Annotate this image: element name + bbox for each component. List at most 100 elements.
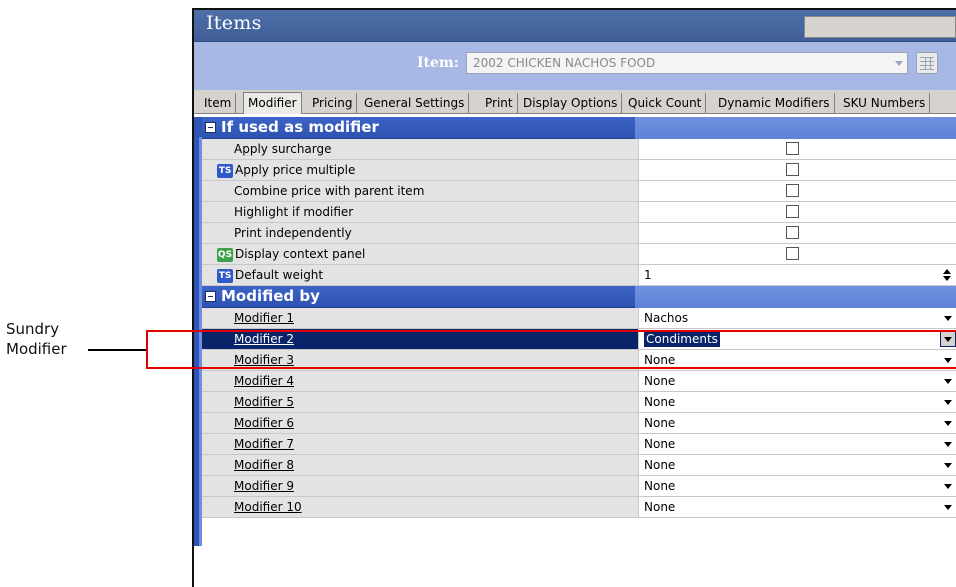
property-value-cell[interactable]	[639, 244, 956, 264]
property-value-cell[interactable]	[639, 160, 956, 180]
section-if-used-as-modifier[interactable]: If used as modifier	[202, 117, 956, 139]
modifier-label[interactable]: Modifier 2	[202, 329, 639, 349]
tab-item[interactable]: Item	[200, 93, 237, 113]
modifier-label[interactable]: Modifier 8	[202, 455, 639, 475]
property-value-cell[interactable]	[639, 202, 956, 222]
modifier-label-link[interactable]: Modifier 10	[234, 500, 302, 514]
property-value-cell[interactable]	[639, 139, 956, 159]
modifier-row[interactable]: Modifier 8 None	[202, 455, 956, 476]
modifier-label-link[interactable]: Modifier 8	[234, 458, 294, 472]
chevron-down-icon[interactable]	[944, 463, 952, 468]
property-row[interactable]: Print independently	[202, 223, 956, 244]
chevron-down-icon[interactable]	[944, 316, 952, 321]
modifier-label[interactable]: Modifier 6	[202, 413, 639, 433]
ts-icon: TS	[217, 268, 233, 283]
tab-display-options[interactable]: Display Options	[519, 93, 623, 113]
spinner-value[interactable]: 1	[644, 268, 652, 282]
item-grid-button[interactable]	[916, 52, 938, 74]
chevron-down-icon[interactable]	[944, 484, 952, 489]
tab-dynamic-modifiers[interactable]: Dynamic Modifiers	[714, 93, 835, 113]
checkbox[interactable]	[786, 247, 799, 260]
checkbox[interactable]	[786, 184, 799, 197]
chevron-down-icon[interactable]	[944, 442, 952, 447]
modifier-dropdown[interactable]: None	[639, 434, 956, 454]
chevron-down-icon[interactable]	[944, 379, 952, 384]
modifier-row[interactable]: Modifier 9 None	[202, 476, 956, 497]
property-row[interactable]: Combine price with parent item	[202, 181, 956, 202]
tab-modifier[interactable]: Modifier	[243, 92, 302, 114]
chevron-down-icon[interactable]	[944, 358, 952, 363]
checkbox[interactable]	[786, 205, 799, 218]
callout-line2: Modifier	[6, 340, 67, 358]
items-window: Items Item: 2002 CHICKEN NACHOS FOOD Ite…	[192, 8, 956, 587]
modifier-dropdown-value: None	[644, 353, 676, 367]
modifier-label[interactable]: Modifier 4	[202, 371, 639, 391]
modifier-label[interactable]: Modifier 7	[202, 434, 639, 454]
modifier-label-link[interactable]: Modifier 5	[234, 395, 294, 409]
property-row[interactable]: TS Default weight 1	[202, 265, 956, 286]
item-dropdown[interactable]: 2002 CHICKEN NACHOS FOOD	[466, 52, 908, 74]
modifier-label-link[interactable]: Modifier 3	[234, 353, 294, 367]
property-label-text: Apply price multiple	[235, 163, 356, 177]
title-bar-control[interactable]	[804, 16, 956, 38]
property-value-cell[interactable]	[639, 181, 956, 201]
item-dropdown-value: 2002 CHICKEN NACHOS FOOD	[473, 56, 656, 70]
modifier-label[interactable]: Modifier 9	[202, 476, 639, 496]
section-modified-by[interactable]: Modified by	[202, 286, 956, 308]
modifier-dropdown[interactable]: None	[639, 413, 956, 433]
checkbox[interactable]	[786, 142, 799, 155]
modifier-row[interactable]: Modifier 7 None	[202, 434, 956, 455]
modifier-label-link[interactable]: Modifier 7	[234, 437, 294, 451]
modifier-label-link[interactable]: Modifier 4	[234, 374, 294, 388]
modifier-label[interactable]: Modifier 1	[202, 308, 639, 328]
modifier-dropdown-value: None	[644, 437, 676, 451]
tab-print[interactable]: Print	[481, 93, 518, 113]
modifier-dropdown[interactable]: None	[639, 455, 956, 475]
chevron-down-icon[interactable]	[944, 505, 952, 510]
modifier-dropdown[interactable]: Nachos	[639, 308, 956, 328]
chevron-down-icon[interactable]	[944, 400, 952, 405]
checkbox[interactable]	[786, 226, 799, 239]
modifier-label[interactable]: Modifier 3	[202, 350, 639, 370]
tab-quick-count[interactable]: Quick Count	[624, 93, 707, 113]
modifier-row[interactable]: Modifier 2 Condiments	[202, 329, 956, 350]
chevron-down-icon[interactable]	[944, 421, 952, 426]
modifier-row[interactable]: Modifier 1 Nachos	[202, 308, 956, 329]
modifier-dropdown-value: None	[644, 416, 676, 430]
checkbox[interactable]	[786, 163, 799, 176]
property-row[interactable]: TS Apply price multiple	[202, 160, 956, 181]
chevron-down-icon[interactable]	[940, 331, 956, 347]
spinner-arrows-icon[interactable]	[943, 267, 952, 283]
modifier-row[interactable]: Modifier 10 None	[202, 497, 956, 518]
modifier-label-link[interactable]: Modifier 6	[234, 416, 294, 430]
modifier-row[interactable]: Modifier 5 None	[202, 392, 956, 413]
modifier-label-link[interactable]: Modifier 1	[234, 311, 294, 325]
section-title: Modified by	[221, 287, 320, 305]
modifier-dropdown[interactable]: None	[639, 371, 956, 391]
property-value-cell[interactable]	[639, 223, 956, 243]
property-label: TS Apply price multiple	[202, 160, 639, 180]
tab-pricing[interactable]: Pricing	[308, 93, 358, 113]
modifier-label-link[interactable]: Modifier 9	[234, 479, 294, 493]
tab-general-settings[interactable]: General Settings	[360, 93, 470, 113]
chevron-down-icon[interactable]	[895, 61, 903, 66]
property-row[interactable]: QS Display context panel	[202, 244, 956, 265]
modifier-label-link[interactable]: Modifier 2	[234, 332, 294, 346]
modifier-dropdown[interactable]: None	[639, 476, 956, 496]
property-label-text: Print independently	[234, 226, 352, 240]
property-row[interactable]: Apply surcharge	[202, 139, 956, 160]
default-weight-spinner[interactable]: 1	[639, 265, 956, 285]
collapse-icon[interactable]	[205, 291, 216, 302]
modifier-row[interactable]: Modifier 6 None	[202, 413, 956, 434]
modifier-label[interactable]: Modifier 10	[202, 497, 639, 517]
modifier-row[interactable]: Modifier 3 None	[202, 350, 956, 371]
collapse-icon[interactable]	[205, 122, 216, 133]
modifier-row[interactable]: Modifier 4 None	[202, 371, 956, 392]
modifier-dropdown[interactable]: None	[639, 350, 956, 370]
tab-sku-numbers[interactable]: SKU Numbers	[839, 93, 931, 113]
modifier-dropdown[interactable]: Condiments	[639, 329, 956, 349]
modifier-dropdown[interactable]: None	[639, 392, 956, 412]
modifier-label[interactable]: Modifier 5	[202, 392, 639, 412]
modifier-dropdown[interactable]: None	[639, 497, 956, 517]
property-row[interactable]: Highlight if modifier	[202, 202, 956, 223]
